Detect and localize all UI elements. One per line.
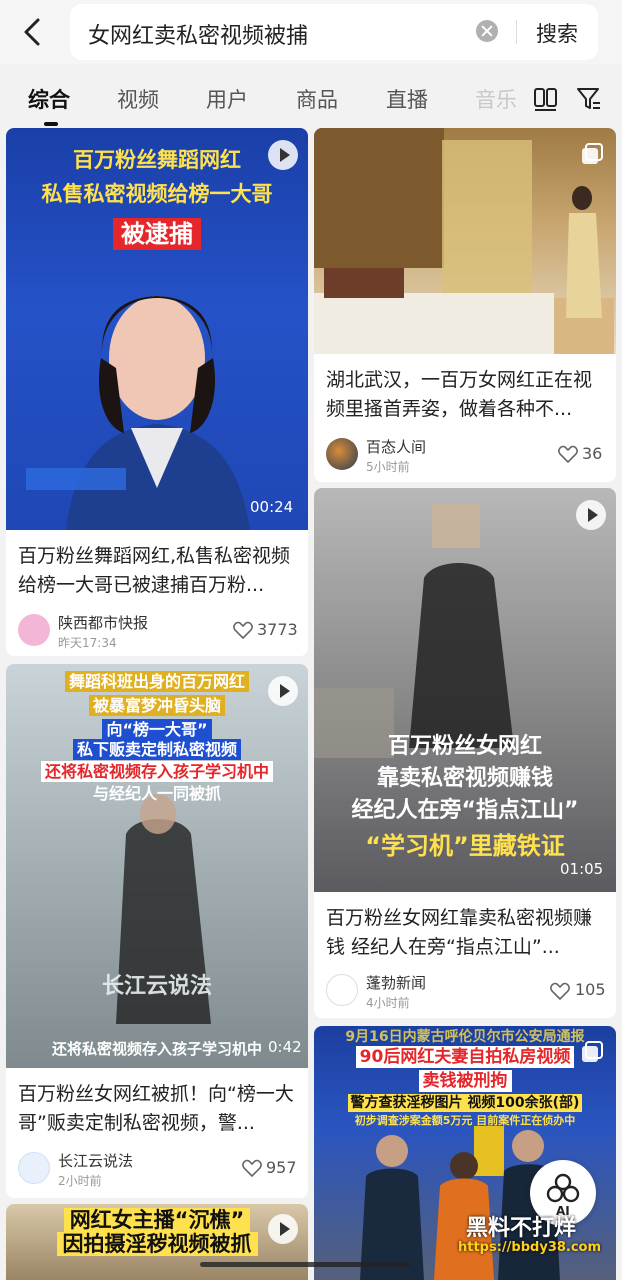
subtitle-caption: 还将私密视频存入孩子学习机中 — [51, 1040, 262, 1058]
thumbnail-caption: 舞蹈科班出身的百万网红 — [6, 668, 308, 692]
result-card[interactable]: 百万粉丝舞蹈网红 私售私密视频给榜一大哥 被逮捕 00:24 百万粉丝舞蹈网红,… — [6, 128, 308, 656]
thumbnail-caption: 与经纪人一同被抓 — [92, 784, 221, 803]
top-bar: 女网红卖私密视频被捕 搜索 — [0, 0, 622, 64]
result-card[interactable]: 百万粉丝女网红 靠卖私密视频赚钱 经纪人在旁“指点江山” “学习机”里藏铁证 0… — [314, 488, 616, 1018]
image-thumbnail[interactable] — [314, 128, 616, 354]
video-thumbnail[interactable]: 百万粉丝女网红 靠卖私密视频赚钱 经纪人在旁“指点江山” “学习机”里藏铁证 0… — [314, 488, 616, 892]
tab-music[interactable]: 音乐 — [475, 84, 517, 114]
home-indicator — [200, 1262, 410, 1267]
like-count: 105 — [575, 980, 606, 999]
author-avatar[interactable] — [326, 974, 358, 1006]
tab-live[interactable]: 直播 — [386, 84, 428, 114]
author-name[interactable]: 百态人间 — [366, 436, 426, 457]
publish-time: 5小时前 — [366, 460, 410, 474]
tab-video[interactable]: 视频 — [117, 84, 159, 114]
thumbnail-caption: 靠卖私密视频赚钱 — [376, 766, 553, 791]
video-duration: 00:24 — [250, 498, 294, 516]
publish-time: 昨天17:34 — [58, 636, 117, 650]
like-count: 3773 — [257, 620, 298, 639]
thumbnail-caption-highlight: “学习机”里藏铁证 — [365, 832, 565, 860]
publish-time: 4小时前 — [366, 996, 410, 1010]
search-button[interactable]: 搜索 — [536, 18, 578, 48]
card-title[interactable]: 湖北武汉，一百万女网红正在视频里搔首弄姿，做着各种不... — [326, 366, 606, 424]
video-thumbnail[interactable]: 网红女主播“沉樵” 因拍摄淫秽视频被抓 — [6, 1204, 308, 1280]
gallery-icon — [582, 143, 603, 164]
video-thumbnail[interactable]: 百万粉丝舞蹈网红 私售私密视频给榜一大哥 被逮捕 00:24 — [6, 128, 308, 530]
author-name[interactable]: 陕西都市快报 — [58, 612, 148, 633]
result-card[interactable]: 舞蹈科班出身的百万网红 被暴富梦冲昏头脑 向“榜一大哥” 私下贩卖定制私密视频 … — [6, 664, 308, 1198]
thumbnail-caption-highlight: 被逮捕 — [6, 214, 308, 250]
tab-general[interactable]: 综合 — [28, 84, 70, 114]
watermark-url: https://bbdy38.com — [458, 1240, 602, 1255]
card-title[interactable]: 百万粉丝女网红靠卖私密视频赚钱 经纪人在旁“指点江山”... — [326, 904, 606, 962]
search-query[interactable]: 女网红卖私密视频被捕 — [88, 18, 308, 50]
divider — [516, 20, 517, 44]
heart-icon[interactable] — [558, 445, 578, 463]
thumbnail-caption: 初步调查涉案金额5万元 目前案件正在侦办中 — [354, 1114, 576, 1127]
active-tab-indicator — [44, 122, 58, 126]
thumbnail-caption: 私售私密视频给榜一大哥 — [41, 182, 273, 206]
author-avatar[interactable] — [326, 438, 358, 470]
thumbnail-caption: 警方查获淫秽图片 视频100余张(部) — [314, 1092, 616, 1112]
thumbnail-caption: 百万粉丝舞蹈网红 — [73, 148, 241, 172]
author-avatar[interactable] — [18, 614, 50, 646]
tab-users[interactable]: 用户 — [206, 84, 248, 114]
author-name[interactable]: 蓬勃新闻 — [366, 972, 426, 993]
card-title[interactable]: 百万粉丝舞蹈网红,私售私密视频给榜一大哥已被逮捕百万粉... — [18, 542, 298, 600]
tab-products[interactable]: 商品 — [296, 84, 338, 114]
watermark-text: 长江云说法 — [101, 974, 212, 999]
thumbnail-caption: 因拍摄淫秽视频被抓 — [6, 1228, 308, 1258]
tab-bar: 综合 视频 用户 商品 直播 音乐 — [0, 72, 622, 124]
thumbnail-caption: 百万粉丝女网红 — [387, 734, 542, 759]
play-icon[interactable] — [268, 140, 298, 170]
author-avatar[interactable] — [18, 1152, 50, 1184]
thumbnail-caption: 被暴富梦冲昏头脑 — [6, 692, 308, 716]
site-watermark: 黑料不打烊 https://bbdy38.com — [458, 1210, 618, 1270]
heart-icon[interactable] — [550, 982, 570, 1000]
room-illustration — [314, 128, 614, 354]
thumbnail-caption: 私下贩卖定制私密视频 — [6, 736, 308, 760]
filter-icon[interactable] — [576, 86, 602, 112]
publish-time: 2小时前 — [58, 1174, 102, 1188]
heart-icon[interactable] — [242, 1159, 262, 1177]
video-thumbnail[interactable]: 舞蹈科班出身的百万网红 被暴富梦冲昏头脑 向“榜一大哥” 私下贩卖定制私密视频 … — [6, 664, 308, 1068]
author-name[interactable]: 长江云说法 — [58, 1150, 133, 1171]
back-arrow-icon[interactable] — [16, 14, 52, 50]
play-icon[interactable] — [268, 676, 298, 706]
like-count: 957 — [266, 1158, 297, 1177]
thumbnail-caption: 卖钱被刑拘 — [314, 1066, 616, 1092]
thumbnail-caption: 经纪人在旁“指点江山” — [351, 798, 579, 823]
clear-icon[interactable] — [476, 20, 498, 42]
layout-toggle-icon[interactable] — [533, 86, 559, 112]
thumbnail-caption: 还将私密视频存入孩子学习机中 — [6, 758, 308, 782]
play-icon[interactable] — [268, 1214, 298, 1244]
heart-icon[interactable] — [233, 621, 253, 639]
video-duration: 0:42 — [268, 1038, 302, 1056]
play-icon[interactable] — [576, 500, 606, 530]
thumbnail-caption: 90后网红夫妻自拍私房视频 — [314, 1042, 616, 1068]
like-count: 36 — [582, 444, 603, 463]
watermark-brand: 黑料不打烊 — [466, 1216, 577, 1241]
result-card[interactable]: 网红女主播“沉樵” 因拍摄淫秽视频被抓 — [6, 1204, 308, 1280]
result-card[interactable]: 湖北武汉，一百万女网红正在视频里搔首弄姿，做着各种不... 百态人间 5小时前 … — [314, 128, 616, 482]
search-field[interactable]: 女网红卖私密视频被捕 搜索 — [70, 4, 598, 60]
gallery-icon — [582, 1041, 603, 1062]
video-duration: 01:05 — [560, 860, 604, 878]
card-title[interactable]: 百万粉丝女网红被抓！向“榜一大哥”贩卖定制私密视频，警... — [18, 1080, 298, 1138]
